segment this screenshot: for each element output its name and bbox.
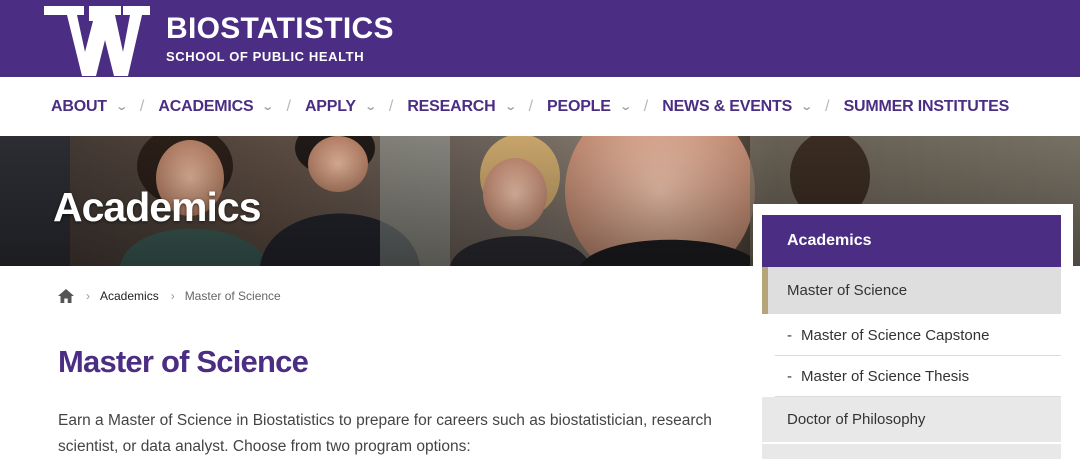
chevron-down-icon[interactable]: ⌄: [800, 100, 813, 113]
nav-item-apply[interactable]: APPLY ⌄: [304, 97, 377, 116]
subitem-label: Master of Science Thesis: [801, 367, 970, 385]
nav-item-research[interactable]: RESEARCH ⌄: [407, 97, 517, 116]
breadcrumb-academics-link[interactable]: Academics: [100, 289, 159, 303]
sidebar-heading-academics[interactable]: Academics: [762, 215, 1061, 267]
nav-item-news-events[interactable]: NEWS & EVENTS ⌄: [662, 97, 813, 116]
sidebar-item-master-of-science[interactable]: Master of Science: [762, 267, 1061, 314]
breadcrumb-current: Master of Science: [184, 289, 281, 303]
chevron-down-icon[interactable]: ⌄: [619, 100, 632, 113]
nav-item-label: ABOUT: [51, 97, 107, 115]
sidebar-subitem-thesis[interactable]: - Master of Science Thesis: [775, 356, 1061, 397]
subitem-label: Master of Science Capstone: [801, 326, 990, 344]
nav-item-people[interactable]: PEOPLE ⌄: [547, 97, 632, 116]
main-navigation: ABOUT ⌄ / ACADEMICS ⌄ / APPLY ⌄ / RESEARCH ⌄ / PEOPL…: [0, 77, 1080, 136]
nav-item-label: PEOPLE: [547, 97, 611, 115]
nav-separator: /: [388, 97, 394, 115]
nav-items: ABOUT ⌄ / ACADEMICS ⌄ / APPLY ⌄ / RESEARCH ⌄ / PEOPL…: [51, 77, 1009, 136]
nav-separator: /: [643, 97, 649, 115]
nav-item-label: SUMMER INSTITUTES: [843, 97, 1010, 115]
nav-item-label: APPLY: [304, 97, 356, 115]
sidebar-item-doctor-of-philosophy[interactable]: Doctor of Philosophy: [762, 397, 1061, 442]
breadcrumb: › Academics › Master of Science: [58, 289, 281, 303]
subitem-dash: -: [787, 326, 792, 344]
sidebar-item-next[interactable]: [762, 444, 1061, 459]
school-subtitle[interactable]: SCHOOL OF PUBLIC HEALTH: [166, 49, 364, 64]
nav-item-about[interactable]: ABOUT ⌄: [51, 97, 128, 116]
breadcrumb-separator: ›: [170, 289, 175, 303]
chevron-down-icon[interactable]: ⌄: [115, 100, 128, 113]
nav-separator: /: [825, 97, 830, 115]
intro-paragraph: Earn a Master of Science in Biostatistic…: [58, 412, 712, 455]
nav-separator: /: [286, 97, 291, 115]
site-header: BIOSTATISTICS SCHOOL OF PUBLIC HEALTH: [0, 0, 1080, 77]
uw-w-logo[interactable]: [44, 6, 150, 76]
nav-item-label: ACADEMICS: [158, 97, 254, 115]
department-title[interactable]: BIOSTATISTICS: [166, 12, 394, 46]
hero-title: Academics: [53, 184, 262, 230]
page-title: Master of Science: [58, 344, 309, 379]
chevron-down-icon[interactable]: ⌄: [504, 100, 517, 113]
nav-item-label: RESEARCH: [407, 97, 496, 115]
sidebar-subitem-capstone[interactable]: - Master of Science Capstone: [775, 315, 1061, 356]
nav-item-summer-institutes[interactable]: SUMMER INSTITUTES: [844, 98, 1010, 116]
nav-separator: /: [139, 97, 145, 115]
chevron-down-icon[interactable]: ⌄: [364, 100, 377, 113]
nav-separator: /: [528, 97, 534, 115]
subitem-dash: -: [787, 367, 792, 385]
nav-item-academics[interactable]: ACADEMICS ⌄: [158, 97, 275, 116]
nav-item-label: NEWS & EVENTS: [662, 97, 793, 115]
chevron-down-icon[interactable]: ⌄: [262, 100, 275, 113]
home-icon[interactable]: [58, 289, 74, 303]
breadcrumb-separator: ›: [86, 289, 90, 303]
